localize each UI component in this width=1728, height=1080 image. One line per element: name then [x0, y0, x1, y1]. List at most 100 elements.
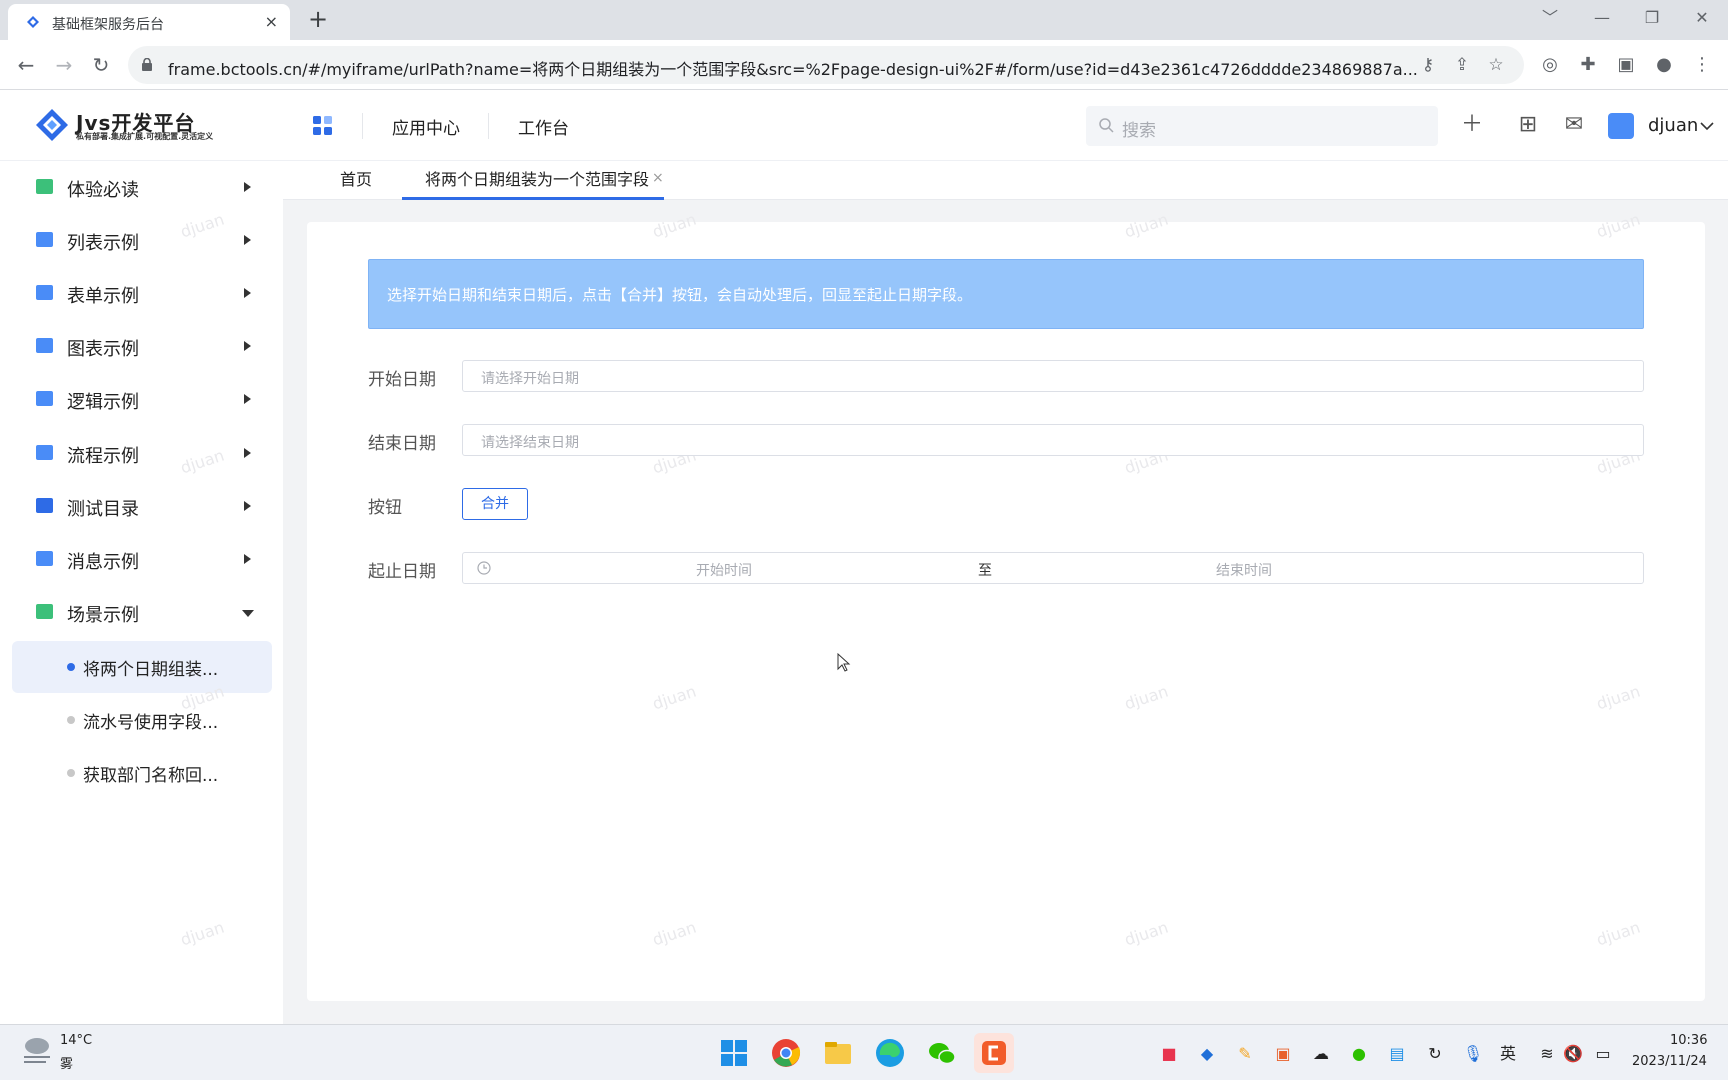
sidebar-item-list[interactable]: 列表示例	[0, 216, 283, 266]
url-text: frame.bctools.cn/#/myiframe/urlPath?name…	[168, 60, 1418, 79]
browser-tab-close-icon[interactable]: ×	[265, 12, 278, 31]
clock-icon	[477, 561, 491, 575]
sidebar-subitem-date-range[interactable]: 将两个日期组装...	[12, 641, 272, 693]
tab-home[interactable]: 首页	[340, 162, 372, 200]
onedrive-icon[interactable]: ☁	[1310, 1043, 1332, 1065]
start-date-input[interactable]: 请选择开始日期	[462, 360, 1644, 392]
sidebar-item-message[interactable]: 消息示例	[0, 535, 283, 585]
window-close-button[interactable]: ✕	[1676, 0, 1728, 36]
sync-icon[interactable]: ↻	[1424, 1043, 1446, 1065]
file-explorer-icon[interactable]	[818, 1033, 858, 1073]
sidebar-item-label: 场景示例	[67, 605, 139, 626]
browser-toolbar: ← → ↻ frame.bctools.cn/#/myiframe/urlPat…	[0, 40, 1728, 90]
browser-menu-icon[interactable]: ⋮	[1690, 53, 1714, 77]
apps-grid-icon[interactable]: ⊞	[1514, 111, 1542, 139]
merge-button[interactable]: 合并	[462, 488, 528, 520]
sidebar-item-label: 表单示例	[67, 286, 139, 307]
clock-time[interactable]: 10:36	[1670, 1033, 1707, 1048]
sidebar-item-test[interactable]: 测试目录	[0, 482, 283, 532]
key-icon[interactable]: ⚷	[1418, 55, 1438, 75]
sidebar-item-label: 逻辑示例	[67, 392, 139, 413]
search-icon	[1099, 118, 1114, 133]
tab-search-icon[interactable]: ﹀	[1524, 0, 1576, 36]
brand-slogan: 私有部署.集成扩展.可视配置.灵活定义	[76, 132, 214, 141]
range-start-placeholder[interactable]: 开始时间	[696, 560, 752, 580]
address-bar[interactable]: frame.bctools.cn/#/myiframe/urlPath?name…	[128, 46, 1524, 84]
chevron-down-icon[interactable]	[1700, 121, 1714, 131]
caret-right-icon	[244, 182, 251, 192]
tray-app-icon[interactable]: ▤	[1386, 1043, 1408, 1065]
sidebar-item-label: 体验必读	[67, 180, 139, 201]
user-name[interactable]: djuan	[1648, 115, 1698, 136]
tab-close-icon[interactable]: ×	[652, 160, 664, 196]
chrome-icon[interactable]	[766, 1033, 806, 1073]
edge-icon[interactable]	[870, 1033, 910, 1073]
bookmark-star-icon[interactable]: ☆	[1486, 55, 1506, 75]
browser-tab[interactable]: 基础框架服务后台 ×	[8, 4, 290, 40]
caret-right-icon	[244, 288, 251, 298]
nav-app-center[interactable]: 应用中心	[392, 114, 460, 139]
global-search-input[interactable]: 搜索	[1086, 106, 1438, 146]
avatar[interactable]	[1608, 113, 1634, 139]
info-notice: 选择开始日期和结束日期后，点击【合并】按钮，会自动处理后，回显至起止日期字段。	[368, 259, 1644, 329]
sidebar-item-logic[interactable]: 逻辑示例	[0, 375, 283, 425]
sidebar-item-form[interactable]: 表单示例	[0, 269, 283, 319]
sidebar-item-experience[interactable]: 体验必读	[0, 163, 283, 213]
caret-right-icon	[244, 554, 251, 564]
restore-button[interactable]: ❐	[1626, 0, 1678, 36]
sidebar-subitem-serial[interactable]: 流水号使用字段...	[12, 694, 272, 746]
security-shield-icon[interactable]: ◆	[1196, 1043, 1218, 1065]
input-method-indicator[interactable]: 英	[1497, 1043, 1519, 1065]
wechat-tray-icon[interactable]: ●	[1348, 1043, 1370, 1065]
folder-icon	[36, 445, 53, 460]
nav-workbench[interactable]: 工作台	[518, 114, 569, 139]
tray-tool-icon[interactable]: ✎	[1234, 1043, 1256, 1065]
start-date-label: 开始日期	[368, 370, 436, 390]
sidebar-subitem-department[interactable]: 获取部门名称回...	[12, 747, 272, 799]
share-icon[interactable]: ⇪	[1452, 55, 1472, 75]
start-windows-icon[interactable]	[714, 1033, 754, 1073]
caret-right-icon	[244, 394, 251, 404]
forward-icon[interactable]: →	[51, 52, 77, 78]
tray-app-icon[interactable]: ▣	[1272, 1043, 1294, 1065]
sidebar-item-label: 图表示例	[67, 339, 139, 360]
windows-taskbar: 14°C 雾 ■ ◆ ✎ ▣ ☁ ● ▤ ↻ 🎙 英 ≋ 🔇 ▭ 10:36 2…	[0, 1024, 1728, 1080]
range-separator: 至	[978, 563, 992, 579]
battery-icon[interactable]: ▭	[1592, 1043, 1614, 1065]
end-date-input[interactable]: 请选择结束日期	[462, 424, 1644, 456]
button-field-label: 按钮	[368, 498, 402, 518]
wifi-icon[interactable]: ≋	[1536, 1043, 1558, 1065]
range-end-placeholder[interactable]: 结束时间	[1216, 560, 1272, 580]
tab-label: 将两个日期组装为一个范围字段	[425, 170, 650, 189]
microphone-icon[interactable]: 🎙	[1462, 1043, 1484, 1065]
browser-tab-bar: 基础框架服务后台 × + ﹀ — ❐ ✕	[0, 0, 1728, 40]
active-dot-icon	[67, 663, 75, 671]
date-range-picker[interactable]: 开始时间 至 结束时间	[462, 552, 1644, 584]
caret-right-icon	[244, 341, 251, 351]
tab-date-range[interactable]: 将两个日期组装为一个范围字段 ×	[402, 162, 664, 200]
fog-weather-icon[interactable]	[20, 1035, 54, 1065]
app-grid-icon[interactable]	[312, 115, 334, 137]
extension-circle-icon[interactable]: ◎	[1538, 53, 1562, 77]
message-icon[interactable]: ✉	[1560, 111, 1588, 139]
sidebar-item-scenario[interactable]: 场景示例	[0, 588, 283, 638]
sidebar-item-flow[interactable]: 流程示例	[0, 429, 283, 479]
new-tab-button[interactable]: +	[308, 4, 328, 34]
add-icon[interactable]: ＋	[1458, 111, 1486, 139]
tray-app-icon[interactable]: ■	[1158, 1043, 1180, 1065]
back-icon[interactable]: ←	[13, 52, 39, 78]
screen-recorder-icon[interactable]	[974, 1033, 1014, 1073]
profile-icon[interactable]: ●	[1652, 53, 1676, 77]
reload-icon[interactable]: ↻	[88, 52, 114, 78]
sidebar-item-chart[interactable]: 图表示例	[0, 322, 283, 372]
logo-mark-icon	[36, 109, 68, 141]
clock-date[interactable]: 2023/11/24	[1632, 1054, 1707, 1069]
site-favicon-icon	[27, 16, 39, 28]
extensions-puzzle-icon[interactable]: ✚	[1576, 53, 1600, 77]
app-logo[interactable]: Jvs开发平台 私有部署.集成扩展.可视配置.灵活定义	[34, 105, 244, 149]
weather-description: 雾	[60, 1057, 74, 1072]
volume-muted-icon[interactable]: 🔇	[1562, 1043, 1584, 1065]
wechat-icon[interactable]	[922, 1033, 962, 1073]
minimize-button[interactable]: —	[1576, 0, 1628, 36]
side-panel-icon[interactable]: ▣	[1614, 53, 1638, 77]
